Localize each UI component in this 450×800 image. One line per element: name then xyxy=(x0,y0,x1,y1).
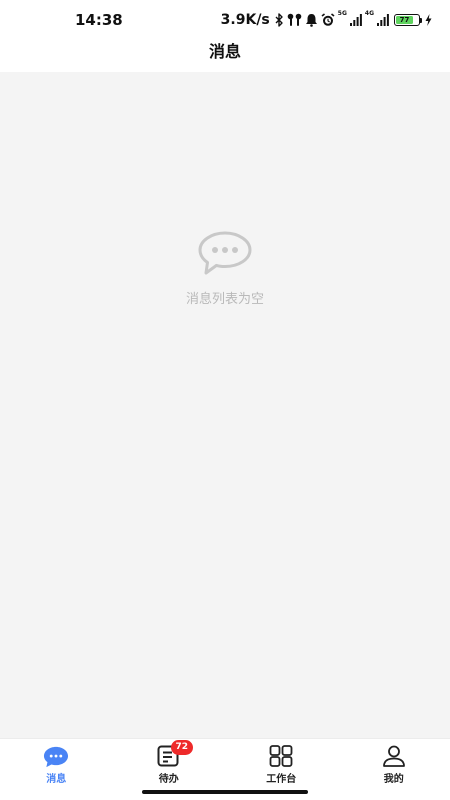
empty-state-text: 消息列表为空 xyxy=(185,292,264,307)
chat-bubble-icon xyxy=(0,228,450,278)
tab-todo[interactable]: 72 待办 xyxy=(113,739,226,786)
tab-workbench[interactable]: 工作台 xyxy=(225,739,338,786)
tab-messages[interactable]: 消息 xyxy=(0,739,113,786)
signal-icon xyxy=(377,12,389,28)
profile-icon xyxy=(381,744,407,768)
status-icons: 3.9K/s 5G 4G 77 xyxy=(220,10,432,29)
bottom-tab-bar: 消息 72 待办 工作台 我的 xyxy=(0,738,450,786)
signal-2-label: 4G xyxy=(364,10,374,17)
home-indicator[interactable] xyxy=(142,790,308,794)
bluetooth-icon xyxy=(275,12,284,28)
tab-label: 待办 xyxy=(158,774,179,785)
tab-label: 工作台 xyxy=(266,774,297,785)
message-icon xyxy=(43,744,69,768)
page-title: 消息 xyxy=(208,42,241,61)
tab-label: 我的 xyxy=(383,774,404,785)
signal-icon xyxy=(349,12,362,28)
status-bar: 14:38 3.9K/s 5G 4G 77 xyxy=(0,0,450,40)
page-header: 消息 xyxy=(0,40,450,72)
charging-icon xyxy=(425,12,432,28)
battery-body: 77 xyxy=(394,14,420,26)
todo-icon: 72 xyxy=(156,740,193,768)
workbench-grid-icon xyxy=(268,744,294,768)
tab-profile[interactable]: 我的 xyxy=(338,739,450,786)
earbuds-icon xyxy=(287,12,302,28)
battery-level: 77 xyxy=(399,15,410,24)
signal-1-label: 5G xyxy=(337,10,347,17)
alarm-icon xyxy=(321,12,335,28)
empty-state: 消息列表为空 xyxy=(0,228,450,307)
battery-indicator: 77 xyxy=(394,14,422,26)
message-list: 消息列表为空 xyxy=(0,72,450,738)
bell-icon xyxy=(305,12,318,28)
tab-label: 消息 xyxy=(46,774,67,785)
status-time: 14:38 xyxy=(75,11,123,29)
network-speed: 3.9K/s xyxy=(220,12,270,28)
todo-count-badge: 72 xyxy=(170,740,193,755)
battery-cap xyxy=(420,17,422,23)
battery-fill: 77 xyxy=(396,16,413,24)
